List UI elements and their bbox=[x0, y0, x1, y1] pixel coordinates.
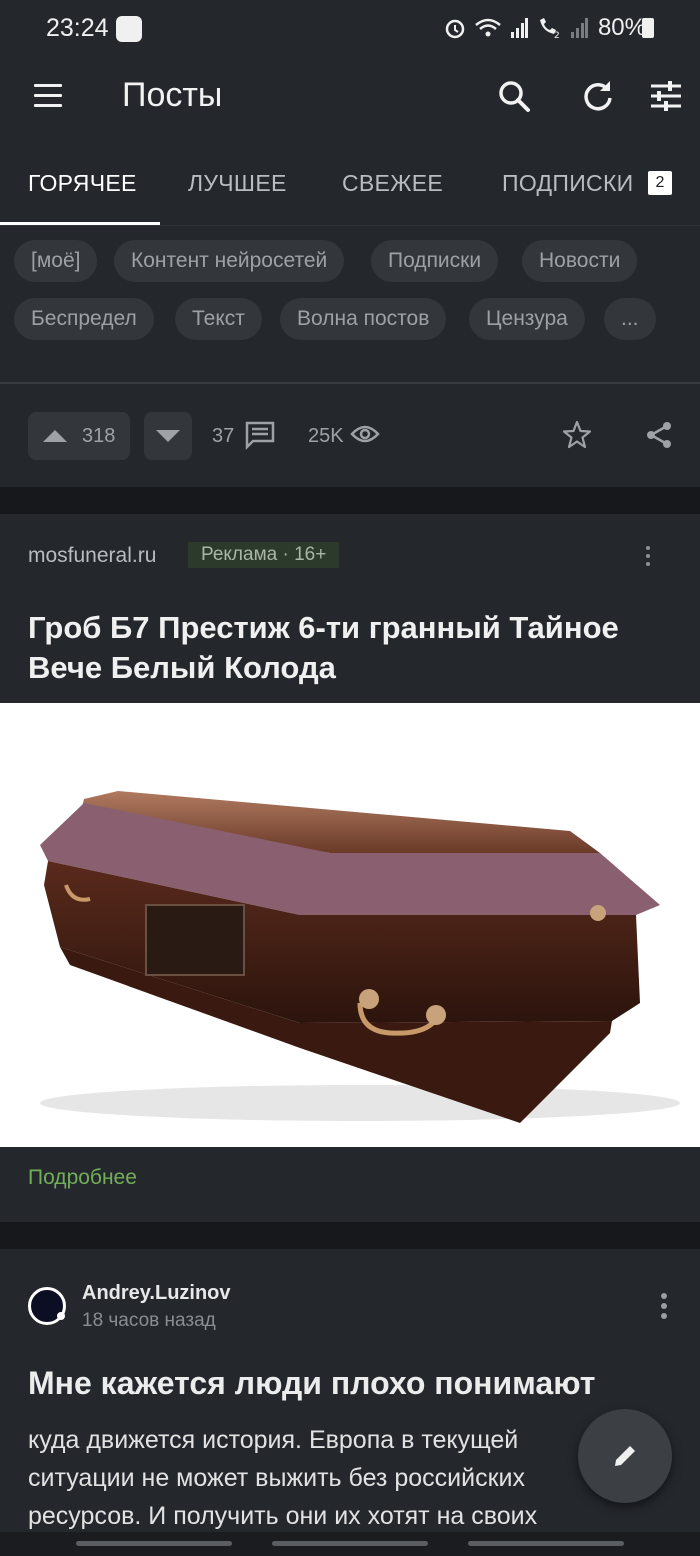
active-tab-indicator bbox=[0, 222, 160, 225]
tag-chips: [моё] Контент нейросетей Подписки Новост… bbox=[0, 226, 700, 384]
arrow-down-icon bbox=[156, 430, 180, 442]
system-icons: 2 bbox=[444, 16, 588, 40]
upvote-button[interactable]: 318 bbox=[28, 412, 130, 460]
ad-more-options-icon[interactable] bbox=[646, 546, 652, 570]
ad-source[interactable]: mosfuneral.ru bbox=[28, 544, 156, 568]
chip-lawlessness[interactable]: Беспредел bbox=[14, 298, 154, 340]
tab-hot[interactable]: ГОРЯЧЕЕ bbox=[28, 170, 137, 197]
nav-handle bbox=[76, 1541, 232, 1546]
post-card[interactable]: Andrey.Luzinov 18 часов назад Мне кажетс… bbox=[0, 1249, 700, 1556]
nav-handle bbox=[272, 1541, 428, 1546]
avatar[interactable] bbox=[28, 1287, 66, 1325]
battery-icon bbox=[642, 18, 654, 38]
post-more-options-icon[interactable] bbox=[661, 1293, 667, 1323]
chip-censorship[interactable]: Цензура bbox=[469, 298, 585, 340]
post-time: 18 часов назад bbox=[82, 1310, 216, 1331]
arrow-up-icon bbox=[43, 430, 67, 442]
ad-more-link[interactable]: Подробнее bbox=[28, 1166, 137, 1190]
subscriptions-count-badge: 2 bbox=[648, 171, 672, 195]
comments-icon[interactable] bbox=[244, 420, 276, 450]
ad-headline[interactable]: Гроб Б7 Престиж 6-ти гранный Тайное Вече… bbox=[28, 608, 668, 688]
system-nav-bar bbox=[0, 1532, 700, 1556]
feed-gap bbox=[0, 487, 700, 514]
downvote-button[interactable] bbox=[144, 412, 192, 460]
star-icon[interactable] bbox=[561, 419, 593, 451]
chip-more[interactable]: ... bbox=[604, 298, 656, 340]
post-actions-bar: 318 37 25K bbox=[0, 384, 700, 487]
status-time: 23:24 bbox=[46, 14, 109, 42]
comments-count[interactable]: 37 bbox=[212, 425, 234, 448]
app-bar: Посты bbox=[0, 58, 700, 150]
coffin-image bbox=[40, 791, 680, 1123]
tab-fresh[interactable]: СВЕЖЕЕ bbox=[342, 170, 443, 197]
chip-mine[interactable]: [моё] bbox=[14, 240, 98, 282]
share-icon[interactable] bbox=[644, 420, 674, 450]
chip-news[interactable]: Новости bbox=[522, 240, 638, 282]
feed-gap bbox=[0, 1222, 700, 1249]
page-title: Посты bbox=[122, 76, 223, 114]
post-author[interactable]: Andrey.Luzinov bbox=[82, 1282, 231, 1305]
battery-percent: 80% bbox=[597, 14, 646, 41]
post-title[interactable]: Мне кажется люди плохо понимают bbox=[28, 1365, 595, 1402]
signal-icon bbox=[571, 18, 588, 38]
app-notification-icon bbox=[116, 16, 142, 42]
chip-text[interactable]: Текст bbox=[175, 298, 262, 340]
chip-ai-content[interactable]: Контент нейросетей bbox=[114, 240, 345, 282]
post-body-line: ресурсов. И получить они их хотят на сво… bbox=[28, 1502, 538, 1530]
signal-icon bbox=[511, 18, 528, 38]
chip-subscriptions[interactable]: Подписки bbox=[371, 240, 499, 282]
views-count: 25K bbox=[308, 425, 344, 447]
status-bar: 23:24 2 80% bbox=[0, 0, 700, 58]
refresh-icon[interactable] bbox=[580, 78, 616, 114]
search-icon[interactable] bbox=[496, 78, 532, 114]
rating-value: 318 bbox=[82, 425, 116, 447]
tab-subscriptions[interactable]: ПОДПИСКИ bbox=[502, 170, 634, 197]
svg-text:2: 2 bbox=[554, 31, 560, 40]
call-signal-icon: 2 bbox=[540, 18, 560, 40]
post-body: куда движется история. Европа в текущей … bbox=[28, 1421, 638, 1535]
feed-tabs: ГОРЯЧЕЕ ЛУЧШЕЕ СВЕЖЕЕ ПОДПИСКИ bbox=[0, 150, 700, 226]
nav-handle bbox=[468, 1541, 624, 1546]
wifi-icon bbox=[475, 18, 501, 37]
filter-icon[interactable] bbox=[648, 78, 684, 114]
eye-icon bbox=[350, 425, 380, 443]
pencil-icon bbox=[615, 1446, 635, 1466]
post-body-line: куда движется история. Европа в текущей bbox=[28, 1426, 519, 1454]
tab-best[interactable]: ЛУЧШЕЕ bbox=[188, 170, 287, 197]
alarm-icon bbox=[445, 19, 465, 39]
ad-image[interactable] bbox=[0, 703, 700, 1147]
menu-icon[interactable] bbox=[34, 84, 62, 108]
ad-badge: Реклама · 16+ bbox=[188, 542, 340, 568]
compose-button[interactable] bbox=[578, 1409, 672, 1503]
chip-post-wave[interactable]: Волна постов bbox=[280, 298, 447, 340]
post-body-line: ситуации не может выжить без российских bbox=[28, 1464, 525, 1492]
ad-card[interactable]: mosfuneral.ru Реклама · 16+ Гроб Б7 Прес… bbox=[0, 514, 700, 1222]
